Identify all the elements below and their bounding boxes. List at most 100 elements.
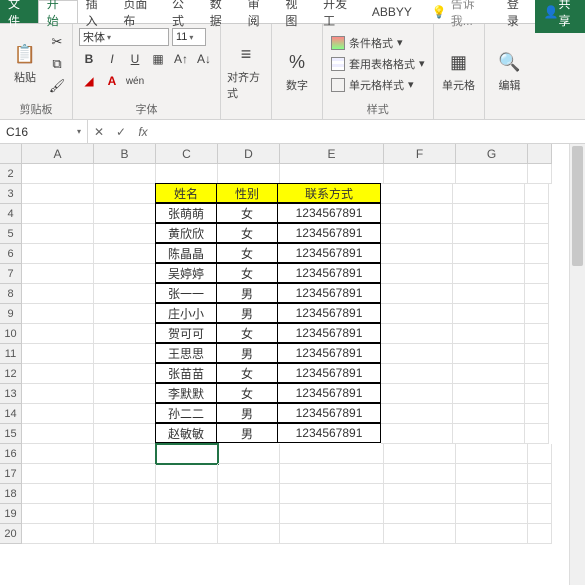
cell[interactable] — [280, 484, 384, 504]
cell[interactable] — [381, 204, 453, 224]
tab-page-layout[interactable]: 页面布 — [115, 0, 164, 23]
cell[interactable] — [22, 324, 94, 344]
cell[interactable] — [22, 524, 94, 544]
row-header[interactable]: 13 — [0, 384, 22, 404]
cell[interactable]: 联系方式 — [277, 183, 381, 203]
column-header[interactable] — [528, 144, 552, 164]
cut-icon[interactable]: ✂ — [48, 33, 66, 51]
cell[interactable] — [218, 504, 280, 524]
cell[interactable] — [528, 524, 552, 544]
cell[interactable] — [453, 204, 525, 224]
row-header[interactable]: 19 — [0, 504, 22, 524]
cell[interactable]: 性别 — [216, 183, 278, 203]
cell[interactable] — [94, 444, 156, 464]
cell[interactable]: 张苗苗 — [155, 363, 217, 383]
cell[interactable]: 1234567891 — [277, 283, 381, 303]
row-header[interactable]: 2 — [0, 164, 22, 184]
cancel-formula-icon[interactable]: ✕ — [88, 125, 110, 139]
font-color-button[interactable]: A — [102, 72, 122, 90]
cell[interactable] — [22, 224, 94, 244]
cell[interactable]: 1234567891 — [277, 423, 381, 443]
cell[interactable] — [525, 384, 549, 404]
cell[interactable]: 1234567891 — [277, 383, 381, 403]
alignment-button[interactable]: ≡对齐方式 — [227, 28, 265, 115]
cell[interactable] — [381, 344, 453, 364]
cell[interactable]: 女 — [216, 243, 278, 263]
cell[interactable] — [453, 324, 525, 344]
cell[interactable]: 1234567891 — [277, 223, 381, 243]
column-header[interactable]: C — [156, 144, 218, 164]
cell-style-button[interactable]: 单元格样式 ▾ — [329, 76, 427, 94]
row-header[interactable]: 16 — [0, 444, 22, 464]
cell[interactable] — [381, 184, 453, 204]
cell[interactable] — [381, 264, 453, 284]
cell[interactable]: 男 — [216, 283, 278, 303]
cell[interactable]: 女 — [216, 363, 278, 383]
copy-icon[interactable]: ⧉ — [48, 55, 66, 73]
cell[interactable] — [94, 304, 156, 324]
cell[interactable]: 李默默 — [155, 383, 217, 403]
cell[interactable]: 1234567891 — [277, 303, 381, 323]
cell[interactable] — [280, 464, 384, 484]
cell[interactable] — [456, 444, 528, 464]
cell[interactable] — [218, 524, 280, 544]
cell[interactable] — [22, 304, 94, 324]
tab-insert[interactable]: 插入 — [78, 0, 116, 23]
cell[interactable] — [453, 404, 525, 424]
tab-formulas[interactable]: 公式 — [164, 0, 202, 23]
cell[interactable] — [156, 444, 218, 464]
cell[interactable]: 1234567891 — [277, 363, 381, 383]
cell[interactable] — [22, 184, 94, 204]
cell[interactable]: 女 — [216, 263, 278, 283]
cell[interactable]: 陈晶晶 — [155, 243, 217, 263]
cell[interactable] — [94, 524, 156, 544]
format-painter-icon[interactable]: 🖌 — [48, 77, 66, 95]
fx-icon[interactable]: fx — [132, 125, 154, 139]
row-header[interactable]: 18 — [0, 484, 22, 504]
column-header[interactable]: G — [456, 144, 528, 164]
name-box[interactable]: C16▾ — [0, 120, 88, 143]
cell[interactable]: 男 — [216, 403, 278, 423]
row-header[interactable]: 20 — [0, 524, 22, 544]
cell[interactable] — [94, 404, 156, 424]
cell[interactable] — [525, 184, 549, 204]
cell[interactable] — [381, 244, 453, 264]
cell[interactable] — [525, 244, 549, 264]
cell[interactable] — [156, 504, 218, 524]
cell[interactable]: 姓名 — [155, 183, 217, 203]
cell[interactable] — [381, 364, 453, 384]
cell[interactable] — [218, 484, 280, 504]
cell[interactable] — [384, 444, 456, 464]
cell[interactable]: 1234567891 — [277, 243, 381, 263]
fill-color-button[interactable]: ◢ — [79, 72, 99, 90]
share-button[interactable]: 👤 共享 — [535, 0, 585, 33]
cell[interactable] — [22, 484, 94, 504]
cell[interactable] — [456, 464, 528, 484]
row-header[interactable]: 15 — [0, 424, 22, 444]
increase-font-button[interactable]: A↑ — [171, 50, 191, 68]
column-header[interactable]: B — [94, 144, 156, 164]
cell[interactable] — [94, 204, 156, 224]
cell[interactable] — [453, 424, 525, 444]
cell[interactable] — [381, 424, 453, 444]
cell[interactable] — [22, 404, 94, 424]
cell[interactable] — [381, 404, 453, 424]
cell[interactable]: 女 — [216, 323, 278, 343]
cell[interactable] — [22, 244, 94, 264]
cell[interactable] — [525, 324, 549, 344]
cell[interactable] — [280, 504, 384, 524]
cell[interactable] — [525, 264, 549, 284]
cell[interactable] — [525, 204, 549, 224]
number-button[interactable]: %数字 — [278, 28, 316, 115]
cell-grid[interactable]: 姓名性别联系方式张萌萌女1234567891黄欣欣女1234567891陈晶晶女… — [22, 164, 552, 544]
bold-button[interactable]: B — [79, 50, 99, 68]
cell[interactable]: 1234567891 — [277, 203, 381, 223]
cell[interactable] — [384, 504, 456, 524]
cell[interactable] — [156, 164, 218, 184]
cell[interactable]: 赵敏敏 — [155, 423, 217, 443]
conditional-format-button[interactable]: 条件格式 ▾ — [329, 34, 427, 52]
cell[interactable] — [456, 504, 528, 524]
tell-me[interactable]: 💡告诉我... — [424, 0, 499, 23]
cell[interactable] — [381, 384, 453, 404]
cell[interactable] — [22, 444, 94, 464]
